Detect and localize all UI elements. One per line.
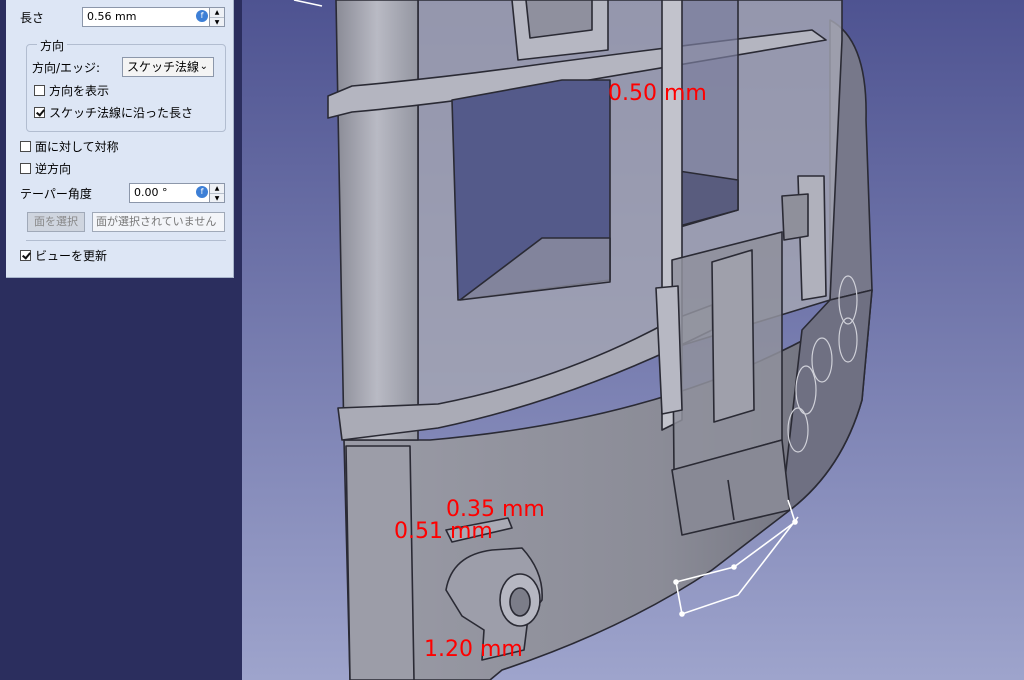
spin-down-icon[interactable]: ▼ [210,193,224,203]
taper-value: 0.00 ° [134,186,168,199]
select-face-button[interactable]: 面を選択 [27,212,85,232]
symmetric-label: 面に対して対称 [35,139,119,154]
show-direction-row[interactable]: 方向を表示 [34,80,109,100]
along-normal-row[interactable]: スケッチ法線に沿った長さ [34,102,193,122]
symmetric-row[interactable]: 面に対して対称 [20,136,119,156]
taper-label: テーパー角度 [20,186,92,201]
chevron-down-icon: ⌄ [199,61,208,72]
direction-edge-row: 方向/エッジ: [32,57,100,77]
expression-icon[interactable]: f [196,186,208,198]
length-spin-arrows[interactable]: ▲ ▼ [209,8,224,26]
3d-viewport[interactable]: 0.50 mm 0.35 mm 0.51 mm 1.20 mm [242,0,1024,680]
reversed-checkbox[interactable] [20,162,31,174]
reversed-label: 逆方向 [35,161,72,176]
dimension-label-d1: 0.50 mm [608,81,707,106]
spin-up-icon[interactable]: ▲ [210,8,224,17]
face-status-field: 面が選択されていません [92,212,225,232]
length-input[interactable]: 0.56 mm f ▲ ▼ [82,7,225,27]
along-normal-checkbox[interactable] [34,106,45,118]
direction-edge-select[interactable]: スケッチ法線 ⌄ [122,57,214,77]
model-render[interactable]: 0.50 mm 0.35 mm 0.51 mm 1.20 mm [242,0,1024,680]
expression-icon[interactable]: f [196,10,208,22]
symmetric-checkbox[interactable] [20,140,31,152]
length-value: 0.56 mm [87,10,137,23]
update-view-label: ビューを更新 [35,248,108,263]
dimension-label-d4: 1.20 mm [424,637,523,662]
show-direction-label: 方向を表示 [49,83,110,98]
spin-down-icon[interactable]: ▼ [210,17,224,27]
task-panel-area: 長さ 0.56 mm f ▲ ▼ 方向 方向/エッジ: スケッチ法線 ⌄ 方向を表… [0,0,242,680]
show-direction-checkbox[interactable] [34,84,45,96]
direction-group-title: 方向 [37,37,68,54]
length-row: 長さ [20,7,44,27]
direction-edge-value: スケッチ法線 [127,60,200,74]
taper-spin-arrows[interactable]: ▲ ▼ [209,184,224,202]
along-normal-label: スケッチ法線に沿った長さ [49,105,194,120]
direction-edge-label: 方向/エッジ: [32,60,101,75]
update-view-checkbox[interactable] [20,249,31,261]
divider [26,240,226,241]
update-view-row[interactable]: ビューを更新 [20,245,107,265]
taper-input[interactable]: 0.00 ° f ▲ ▼ [129,183,225,203]
pad-parameters-panel: 長さ 0.56 mm f ▲ ▼ 方向 方向/エッジ: スケッチ法線 ⌄ 方向を表… [6,0,234,278]
length-label: 長さ [20,10,45,25]
dimension-label-d3: 0.51 mm [394,519,493,544]
spin-up-icon[interactable]: ▲ [210,184,224,193]
reversed-row[interactable]: 逆方向 [20,158,71,178]
taper-row: テーパー角度 [20,183,92,203]
